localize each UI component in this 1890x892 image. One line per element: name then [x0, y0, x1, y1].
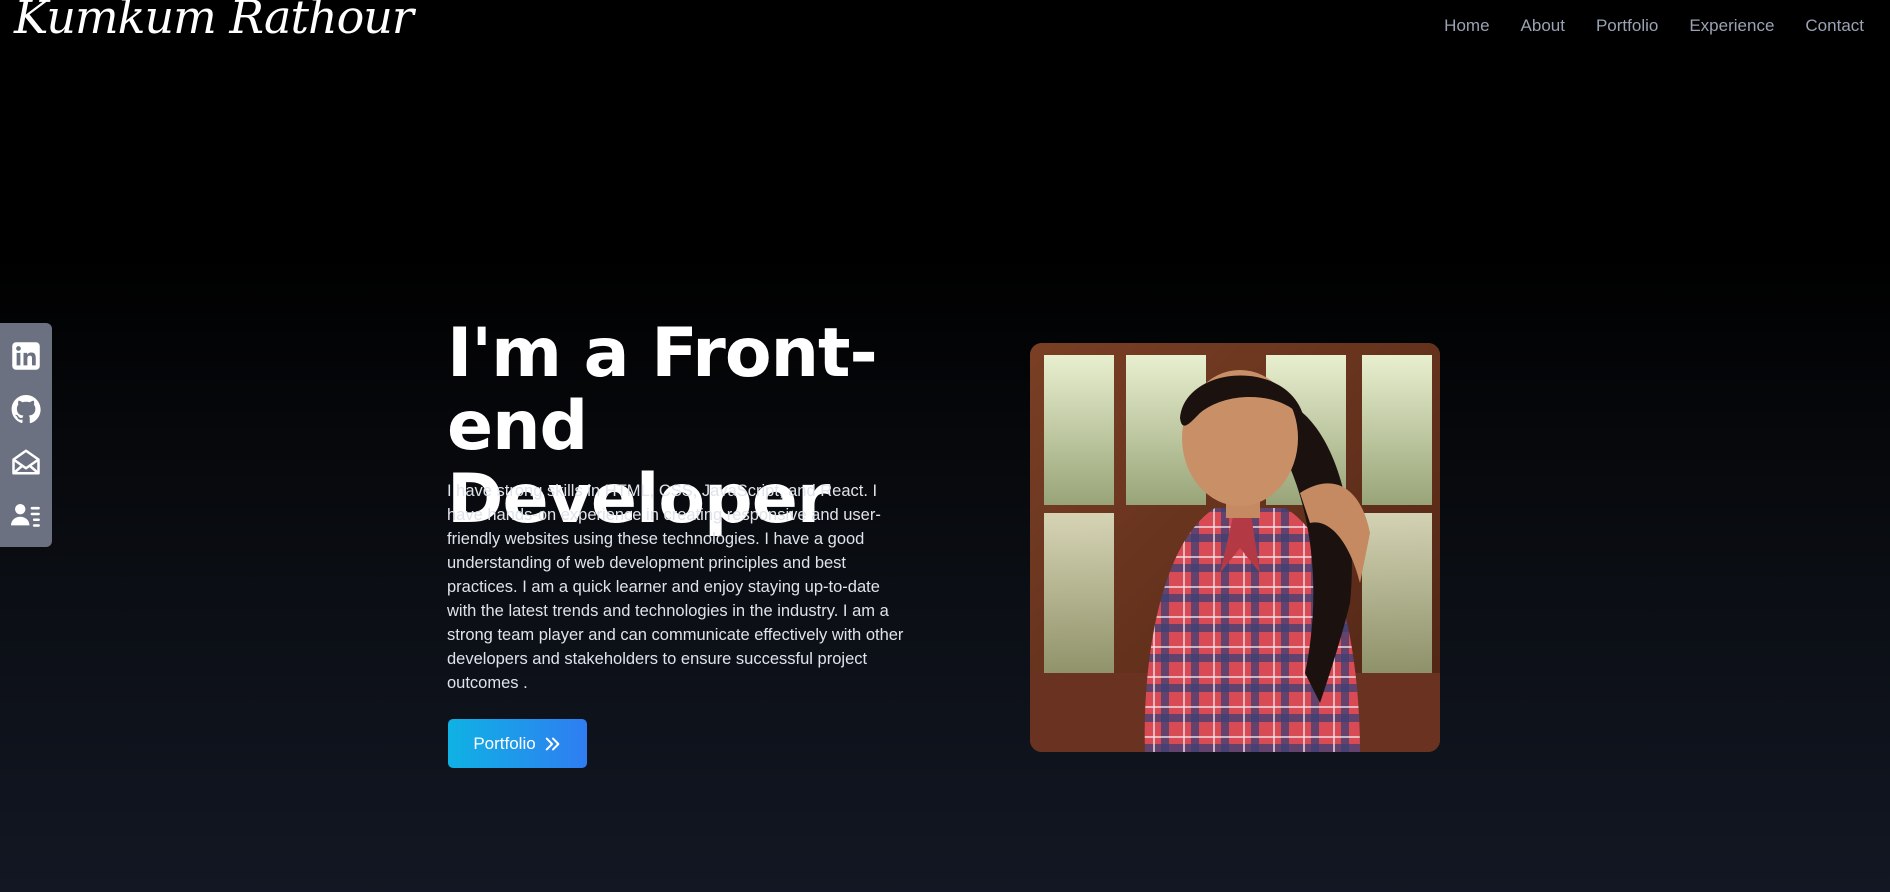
hero-title-line-1: I'm a Front-end [447, 314, 878, 466]
mail-icon [12, 449, 40, 474]
github-link[interactable] [6, 387, 46, 431]
profile-photo [1030, 343, 1440, 752]
portfolio-button[interactable]: Portfolio [448, 719, 587, 768]
email-link[interactable] [6, 440, 46, 484]
linkedin-link[interactable] [6, 334, 46, 378]
github-icon [11, 394, 41, 423]
profile-photo-illustration [1030, 343, 1440, 752]
nav-about-link[interactable]: About [1521, 16, 1565, 36]
main-nav: Home About Portfolio Experience Contact [1444, 16, 1864, 36]
linkedin-icon [12, 341, 40, 370]
hero-description: I have strong skills in HTML, CSS, JavaS… [447, 482, 904, 692]
portfolio-button-label: Portfolio [473, 733, 536, 753]
nav-portfolio-link[interactable]: Portfolio [1596, 16, 1658, 36]
resume-icon [11, 503, 40, 527]
nav-home-link[interactable]: Home [1444, 16, 1489, 36]
site-logo[interactable]: Kumkum Rathour [14, 0, 414, 44]
resume-link[interactable] [6, 493, 46, 537]
nav-contact-link[interactable]: Contact [1805, 16, 1864, 36]
nav-experience-link[interactable]: Experience [1689, 16, 1774, 36]
double-chevron-right-icon [545, 737, 560, 750]
social-links-sidebar [0, 323, 52, 547]
